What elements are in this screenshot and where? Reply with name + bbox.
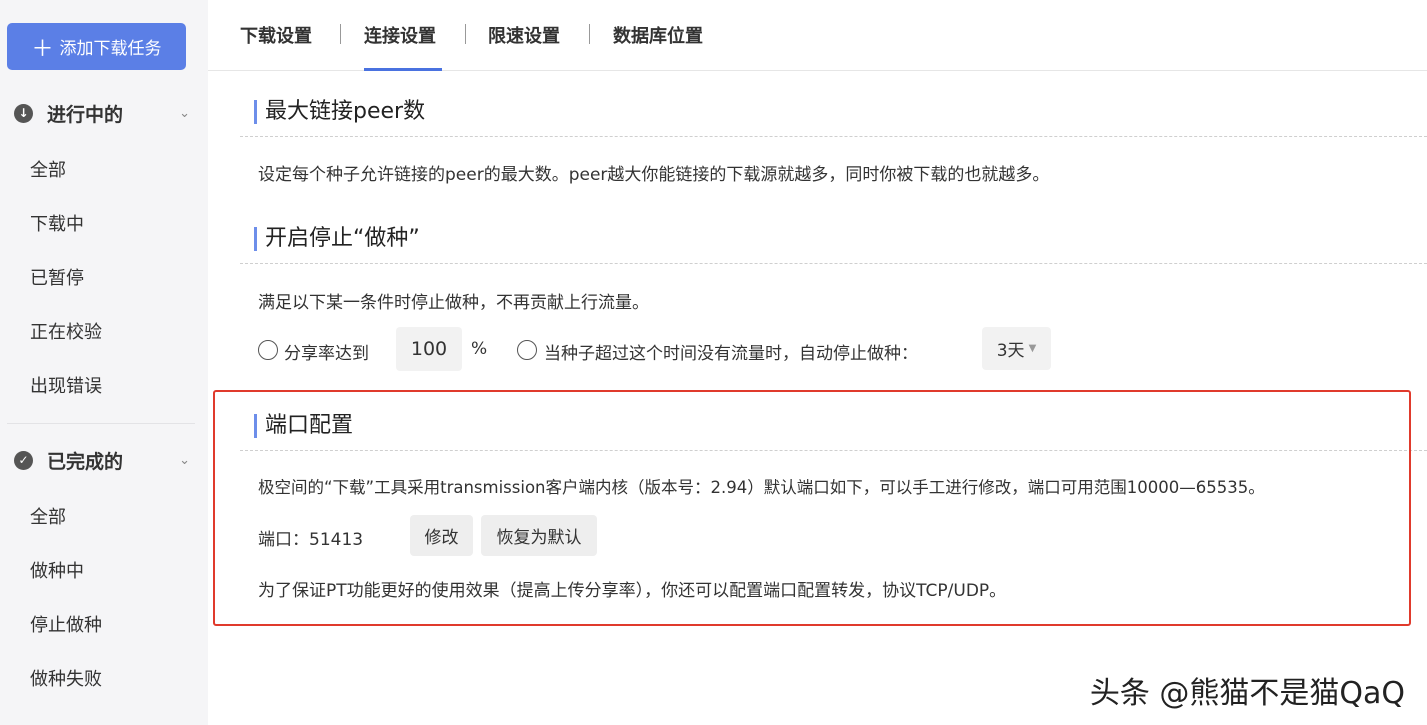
sidebar-item-all-completed[interactable]: 全部	[30, 503, 66, 529]
caret-down-icon: ▼	[1028, 343, 1037, 354]
group-in-progress[interactable]: ↓ 进行中的 ⌄	[14, 98, 194, 128]
idle-label: 当种子超过这个时间没有流量时，自动停止做种：	[544, 344, 918, 364]
section-divider	[240, 136, 1427, 137]
sidebar-divider	[7, 423, 195, 424]
idle-time-value: 3天	[996, 341, 1025, 361]
tab-database-location[interactable]: 数据库位置	[613, 22, 703, 48]
check-circle-icon: ✓	[14, 450, 33, 470]
ratio-radio[interactable]	[258, 340, 278, 360]
group-title: 已完成的	[47, 450, 124, 473]
sidebar-item-stopped-seeding[interactable]: 停止做种	[30, 611, 102, 637]
idle-radio[interactable]	[517, 340, 537, 360]
idle-time-select[interactable]: 3天 ▼	[982, 327, 1051, 370]
active-tab-indicator	[364, 68, 442, 71]
group-title: 进行中的	[47, 103, 124, 126]
sidebar-item-downloading[interactable]: 下载中	[30, 210, 84, 236]
sidebar-item-error[interactable]: 出现错误	[30, 372, 102, 398]
tab-download-settings[interactable]: 下载设置	[240, 22, 312, 48]
group-completed[interactable]: ✓ 已完成的 ⌄	[14, 445, 194, 475]
max-peer-description: 设定每个种子允许链接的peer的最大数。peer越大你能链接的下载源就越多，同时…	[258, 165, 1050, 185]
port-config-highlight-box	[213, 390, 1411, 626]
watermark: 头条 @熊猫不是猫QaQ	[1089, 676, 1405, 711]
tab-speed-limit-settings[interactable]: 限速设置	[488, 22, 560, 48]
seeding-description: 满足以下某一条件时停止做种，不再贡献上行流量。	[258, 293, 649, 313]
tab-divider	[340, 24, 341, 44]
sidebar: ＋ 添加下载任务 ↓ 进行中的 ⌄ 全部 下载中 已暂停 正在校验 出现错误 ✓…	[0, 0, 208, 725]
ratio-input[interactable]: 100	[396, 327, 462, 371]
tab-connection-settings[interactable]: 连接设置	[364, 22, 436, 48]
sidebar-item-all-active[interactable]: 全部	[30, 156, 66, 182]
chevron-down-icon[interactable]: ⌄	[179, 453, 190, 468]
ratio-label: 分享率达到	[284, 344, 369, 364]
section-title-max-peer: 最大链接peer数	[254, 100, 425, 124]
ratio-unit: %	[471, 339, 488, 359]
sidebar-item-paused[interactable]: 已暂停	[30, 264, 84, 290]
section-divider	[240, 263, 1427, 264]
download-circle-icon: ↓	[14, 103, 33, 123]
tab-divider	[589, 24, 590, 44]
add-download-task-button[interactable]: ＋ 添加下载任务	[7, 23, 186, 70]
add-download-task-label: 添加下载任务	[59, 39, 162, 59]
sidebar-item-seeding[interactable]: 做种中	[30, 557, 84, 583]
plus-icon: ＋	[31, 36, 54, 62]
section-title-seeding: 开启停止“做种”	[254, 227, 420, 251]
sidebar-item-seeding-failed[interactable]: 做种失败	[30, 665, 102, 691]
tab-divider	[465, 24, 466, 44]
chevron-down-icon[interactable]: ⌄	[179, 106, 190, 121]
sidebar-item-verifying[interactable]: 正在校验	[30, 318, 102, 344]
